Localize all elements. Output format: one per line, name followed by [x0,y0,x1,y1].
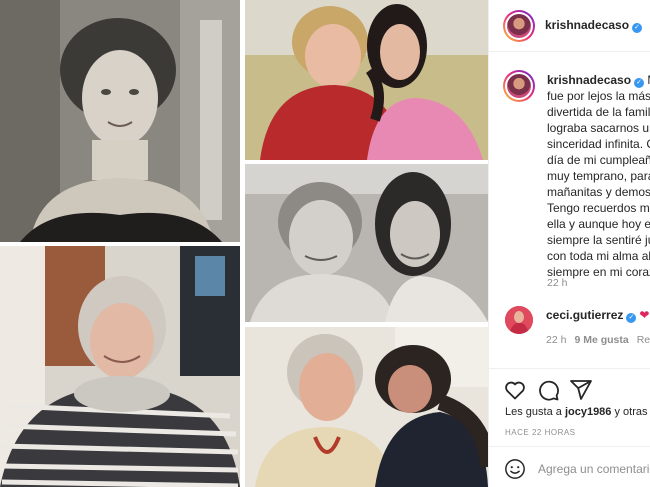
share-icon[interactable] [569,378,593,402]
verified-badge-icon: ✓ [626,313,637,323]
post-sidebar: krishnadecaso✓ krishnadecaso✓ Mi fue por… [488,0,650,487]
add-comment-input[interactable]: Agrega un comentario [538,462,650,476]
caption-author-avatar[interactable] [503,70,535,102]
comment-meta: 22 h 9 Me gusta Res [546,334,650,346]
smile-icon[interactable] [504,458,526,480]
comment-likes[interactable]: 9 Me gusta [574,334,628,346]
caption-author-username[interactable]: krishnadecaso [547,73,631,87]
photo-hug [245,327,488,487]
likes-summary: Les gusta a jocy1986 y otras [505,406,648,418]
comment-icon[interactable] [536,378,560,402]
verified-badge-icon: ✓ [634,78,645,88]
heart-icon[interactable] [503,378,527,402]
liked-by-user[interactable]: jocy1986 [565,406,611,418]
comment-timestamp[interactable]: 22 h [546,334,566,346]
photo-black-white-pair [245,164,488,322]
photo-vintage-portrait [0,0,240,242]
comment-reply-button[interactable]: Res [637,334,650,346]
photo-red-pink [245,0,488,160]
comment-username[interactable]: ceci.gutierrez ✓ ❤ [546,308,649,323]
post-image-collage[interactable] [0,0,488,487]
verified-badge-icon: ✓ [632,23,643,33]
post-age[interactable]: HACE 22 HORAS [505,428,576,437]
post-header: krishnadecaso ✓ [489,0,650,52]
post-caption: krishnadecaso✓ Mi fue por lejos la más l… [547,73,650,279]
author-avatar[interactable] [503,10,535,42]
add-comment-bar: Agrega un comentario [489,446,650,487]
commenter-avatar[interactable] [505,306,533,334]
caption-timestamp[interactable]: 22 h [547,277,567,289]
photo-striped-sweater [0,246,240,487]
author-username[interactable]: krishnadecaso ✓ [545,18,643,33]
heart-emoji: ❤ [639,308,650,322]
